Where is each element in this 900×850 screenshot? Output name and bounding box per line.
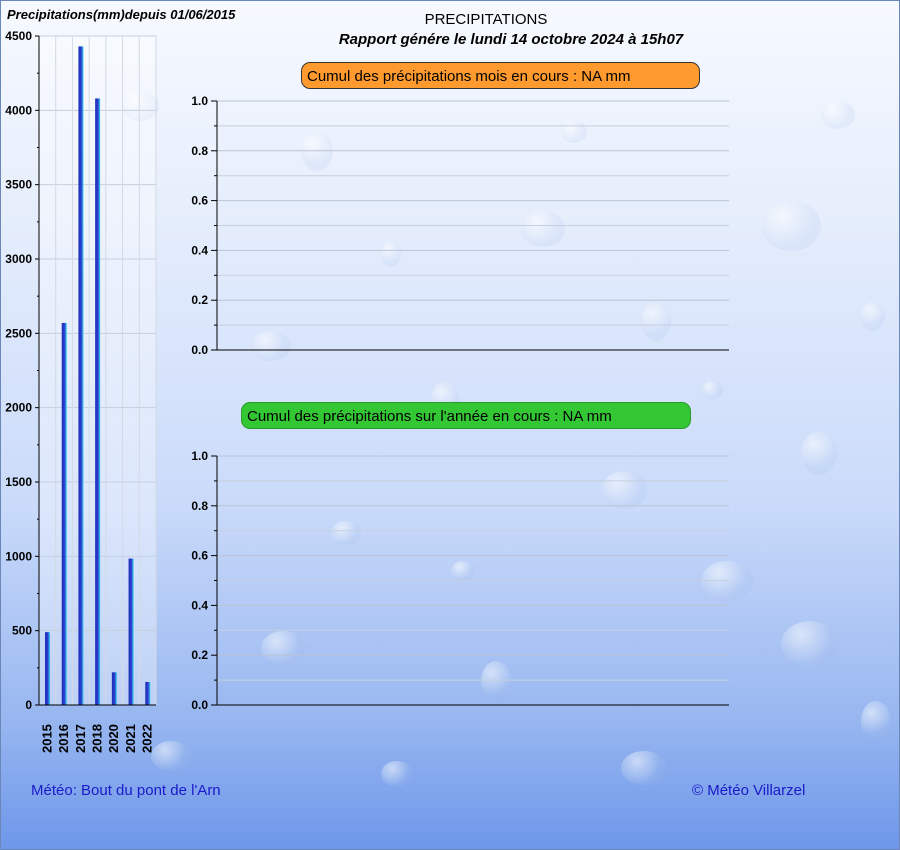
bar-2020 bbox=[111, 672, 117, 705]
water-droplet bbox=[761, 201, 821, 251]
y-tick-label: 1000 bbox=[5, 549, 32, 563]
water-droplet bbox=[861, 701, 891, 741]
yearly-precipitation-bar-chart: 0 500 1000 1500 2000 2500 3000 3500 4000 4500 2015… bbox=[5, 29, 157, 753]
y-tick-label: 0.0 bbox=[191, 343, 208, 357]
water-droplet bbox=[701, 381, 723, 399]
water-droplet bbox=[381, 761, 413, 787]
y-tick-label: 0.4 bbox=[191, 243, 208, 257]
year-cumulative-chart: 0.0 0.2 0.4 0.6 0.8 1.0 bbox=[191, 449, 729, 712]
y-tick-label: 0.4 bbox=[191, 598, 208, 612]
y-tick-label: 2000 bbox=[5, 401, 32, 415]
y-tick-label: 0.8 bbox=[191, 499, 208, 513]
bar-2017 bbox=[78, 46, 84, 705]
month-cumulative-chart: 0.0 0.2 0.4 0.6 0.8 1.0 bbox=[191, 94, 729, 357]
report-frame: Precipitations(mm)depuis 01/06/2015 PREC… bbox=[0, 0, 900, 850]
y-tick-label: 0 bbox=[25, 698, 32, 712]
y-tick-label: 1500 bbox=[5, 475, 32, 489]
y-tick-label: 4500 bbox=[5, 29, 32, 43]
y-tick-label: 0.2 bbox=[191, 293, 208, 307]
x-tick-label: 2020 bbox=[106, 724, 121, 753]
y-tick-label: 500 bbox=[12, 624, 32, 638]
x-tick-label: 2021 bbox=[123, 724, 138, 753]
y-tick-label: 1.0 bbox=[191, 449, 208, 463]
y-tick-label: 0.2 bbox=[191, 648, 208, 662]
x-tick-label: 2017 bbox=[73, 724, 88, 753]
y-tick-label: 1.0 bbox=[191, 94, 208, 108]
water-droplet bbox=[861, 301, 885, 331]
bar-2022 bbox=[145, 681, 151, 705]
year-cumulative-label: Cumul des précipitations sur l'année en … bbox=[241, 402, 691, 429]
x-tick-label: 2018 bbox=[90, 724, 105, 753]
station-name: Météo: Bout du pont de l'Arn bbox=[31, 782, 221, 799]
copyright-text: © Météo Villarzel bbox=[692, 782, 806, 799]
x-tick-label: 2016 bbox=[56, 724, 71, 753]
month-cumulative-label: Cumul des précipitations mois en cours :… bbox=[301, 62, 700, 89]
water-droplet bbox=[801, 431, 837, 475]
y-tick-label: 4000 bbox=[5, 103, 32, 117]
water-droplet bbox=[621, 751, 667, 785]
y-tick-label: 2500 bbox=[5, 326, 32, 340]
bar-2016 bbox=[61, 322, 67, 705]
x-tick-label: 2015 bbox=[39, 724, 54, 753]
y-tick-label: 3500 bbox=[5, 178, 32, 192]
x-tick-label: 2022 bbox=[140, 724, 155, 753]
water-droplet bbox=[781, 621, 839, 667]
bar-2015 bbox=[45, 632, 50, 705]
y-tick-label: 0.8 bbox=[191, 144, 208, 158]
y-tick-label: 0.0 bbox=[191, 698, 208, 712]
y-tick-label: 0.6 bbox=[191, 549, 208, 563]
bar-2021 bbox=[128, 558, 134, 705]
y-tick-label: 0.6 bbox=[191, 194, 208, 208]
water-droplet bbox=[821, 101, 855, 129]
bar-2018 bbox=[95, 98, 101, 705]
y-tick-label: 3000 bbox=[5, 252, 32, 266]
